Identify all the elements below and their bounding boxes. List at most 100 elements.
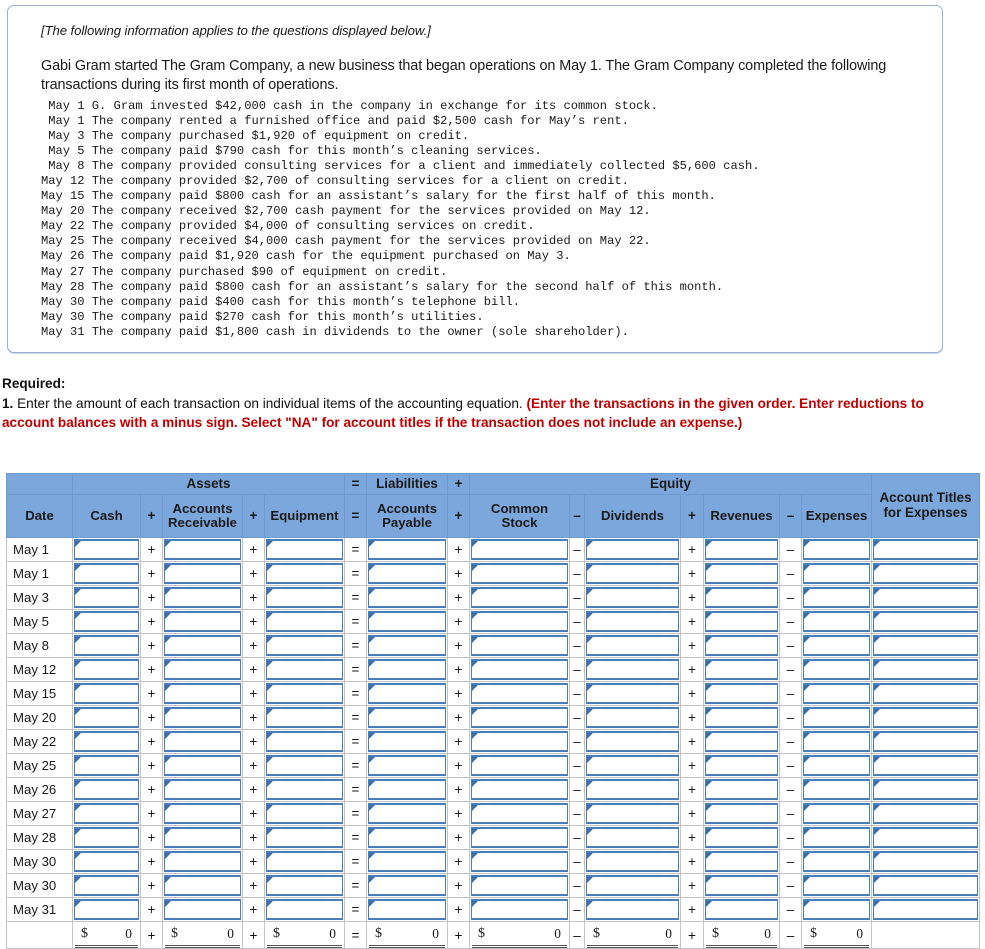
input-cash-row-1[interactable] — [74, 539, 139, 560]
input-common-stock-row-11[interactable] — [471, 779, 568, 800]
cell-equipment[interactable] — [264, 537, 345, 562]
cell-equipment[interactable] — [264, 657, 345, 682]
cell-common-stock[interactable] — [469, 849, 570, 874]
cell-dividends[interactable] — [584, 825, 681, 850]
input-dividends-row-7[interactable] — [586, 683, 679, 704]
input-accounts-payable-row-5[interactable] — [368, 635, 446, 656]
cell-account-titles[interactable] — [871, 897, 981, 922]
input-accounts-payable-row-2[interactable] — [368, 563, 446, 584]
input-accounts-payable-row-6[interactable] — [368, 659, 446, 680]
input-dividends-row-5[interactable] — [586, 635, 679, 656]
cell-accounts-receivable[interactable] — [162, 633, 243, 658]
input-expenses-row-6[interactable] — [803, 659, 871, 680]
input-common-stock-row-9[interactable] — [471, 731, 568, 752]
cell-revenues[interactable] — [703, 705, 780, 730]
cell-expenses[interactable] — [800, 537, 873, 562]
input-equipment-row-8[interactable] — [266, 707, 343, 728]
input-account-titles-row-9[interactable] — [873, 731, 979, 752]
cell-account-titles[interactable] — [871, 681, 981, 706]
input-accounts-payable-row-12[interactable] — [368, 803, 446, 824]
cell-common-stock[interactable] — [469, 705, 570, 730]
input-cash-row-14[interactable] — [74, 851, 139, 872]
cell-common-stock[interactable] — [469, 561, 570, 586]
cell-equipment[interactable] — [264, 897, 345, 922]
input-equipment-row-9[interactable] — [266, 731, 343, 752]
input-accounts-payable-row-9[interactable] — [368, 731, 446, 752]
cell-accounts-receivable[interactable] — [162, 825, 243, 850]
cell-equipment[interactable] — [264, 561, 345, 586]
cell-equipment[interactable] — [264, 705, 345, 730]
input-common-stock-row-12[interactable] — [471, 803, 568, 824]
cell-revenues[interactable] — [703, 849, 780, 874]
cell-revenues[interactable] — [703, 609, 780, 634]
cell-dividends[interactable] — [584, 681, 681, 706]
cell-cash[interactable] — [72, 633, 141, 658]
cell-cash[interactable] — [72, 705, 141, 730]
input-equipment-row-16[interactable] — [266, 899, 343, 920]
cell-account-titles[interactable] — [871, 705, 981, 730]
cell-equipment[interactable] — [264, 753, 345, 778]
input-revenues-row-3[interactable] — [705, 587, 778, 608]
cell-expenses[interactable] — [800, 729, 873, 754]
cell-expenses[interactable] — [800, 705, 873, 730]
cell-equipment[interactable] — [264, 681, 345, 706]
input-accounts-payable-row-14[interactable] — [368, 851, 446, 872]
input-account-titles-row-4[interactable] — [873, 611, 979, 632]
input-cash-row-15[interactable] — [74, 875, 139, 896]
input-common-stock-row-8[interactable] — [471, 707, 568, 728]
cell-expenses[interactable] — [800, 897, 873, 922]
input-equipment-row-2[interactable] — [266, 563, 343, 584]
cell-revenues[interactable] — [703, 657, 780, 682]
input-expenses-row-5[interactable] — [803, 635, 871, 656]
input-accounts-payable-row-15[interactable] — [368, 875, 446, 896]
cell-accounts-payable[interactable] — [366, 801, 448, 826]
cell-accounts-receivable[interactable] — [162, 849, 243, 874]
input-accounts-payable-row-4[interactable] — [368, 611, 446, 632]
cell-accounts-payable[interactable] — [366, 633, 448, 658]
input-expenses-row-12[interactable] — [803, 803, 871, 824]
cell-revenues[interactable] — [703, 777, 780, 802]
input-account-titles-row-3[interactable] — [873, 587, 979, 608]
cell-revenues[interactable] — [703, 537, 780, 562]
cell-dividends[interactable] — [584, 897, 681, 922]
cell-common-stock[interactable] — [469, 801, 570, 826]
input-expenses-row-14[interactable] — [803, 851, 871, 872]
cell-accounts-receivable[interactable] — [162, 705, 243, 730]
cell-cash[interactable] — [72, 681, 141, 706]
cell-common-stock[interactable] — [469, 753, 570, 778]
cell-equipment[interactable] — [264, 801, 345, 826]
input-equipment-row-13[interactable] — [266, 827, 343, 848]
cell-cash[interactable] — [72, 777, 141, 802]
cell-expenses[interactable] — [800, 681, 873, 706]
input-account-titles-row-8[interactable] — [873, 707, 979, 728]
input-revenues-row-4[interactable] — [705, 611, 778, 632]
cell-account-titles[interactable] — [871, 657, 981, 682]
cell-cash[interactable] — [72, 537, 141, 562]
input-accounts-payable-row-3[interactable] — [368, 587, 446, 608]
input-equipment-row-11[interactable] — [266, 779, 343, 800]
input-equipment-row-12[interactable] — [266, 803, 343, 824]
cell-accounts-payable[interactable] — [366, 561, 448, 586]
input-accounts-payable-row-16[interactable] — [368, 899, 446, 920]
input-cash-row-6[interactable] — [74, 659, 139, 680]
cell-cash[interactable] — [72, 753, 141, 778]
cell-revenues[interactable] — [703, 801, 780, 826]
input-expenses-row-16[interactable] — [803, 899, 871, 920]
cell-accounts-payable[interactable] — [366, 897, 448, 922]
input-revenues-row-14[interactable] — [705, 851, 778, 872]
cell-dividends[interactable] — [584, 633, 681, 658]
cell-expenses[interactable] — [800, 585, 873, 610]
input-expenses-row-7[interactable] — [803, 683, 871, 704]
cell-common-stock[interactable] — [469, 777, 570, 802]
cell-account-titles[interactable] — [871, 777, 981, 802]
cell-revenues[interactable] — [703, 753, 780, 778]
input-accounts-receivable-row-4[interactable] — [164, 611, 241, 632]
cell-equipment[interactable] — [264, 585, 345, 610]
input-common-stock-row-15[interactable] — [471, 875, 568, 896]
cell-revenues[interactable] — [703, 561, 780, 586]
input-dividends-row-12[interactable] — [586, 803, 679, 824]
input-accounts-payable-row-13[interactable] — [368, 827, 446, 848]
cell-accounts-payable[interactable] — [366, 729, 448, 754]
cell-cash[interactable] — [72, 825, 141, 850]
input-cash-row-7[interactable] — [74, 683, 139, 704]
